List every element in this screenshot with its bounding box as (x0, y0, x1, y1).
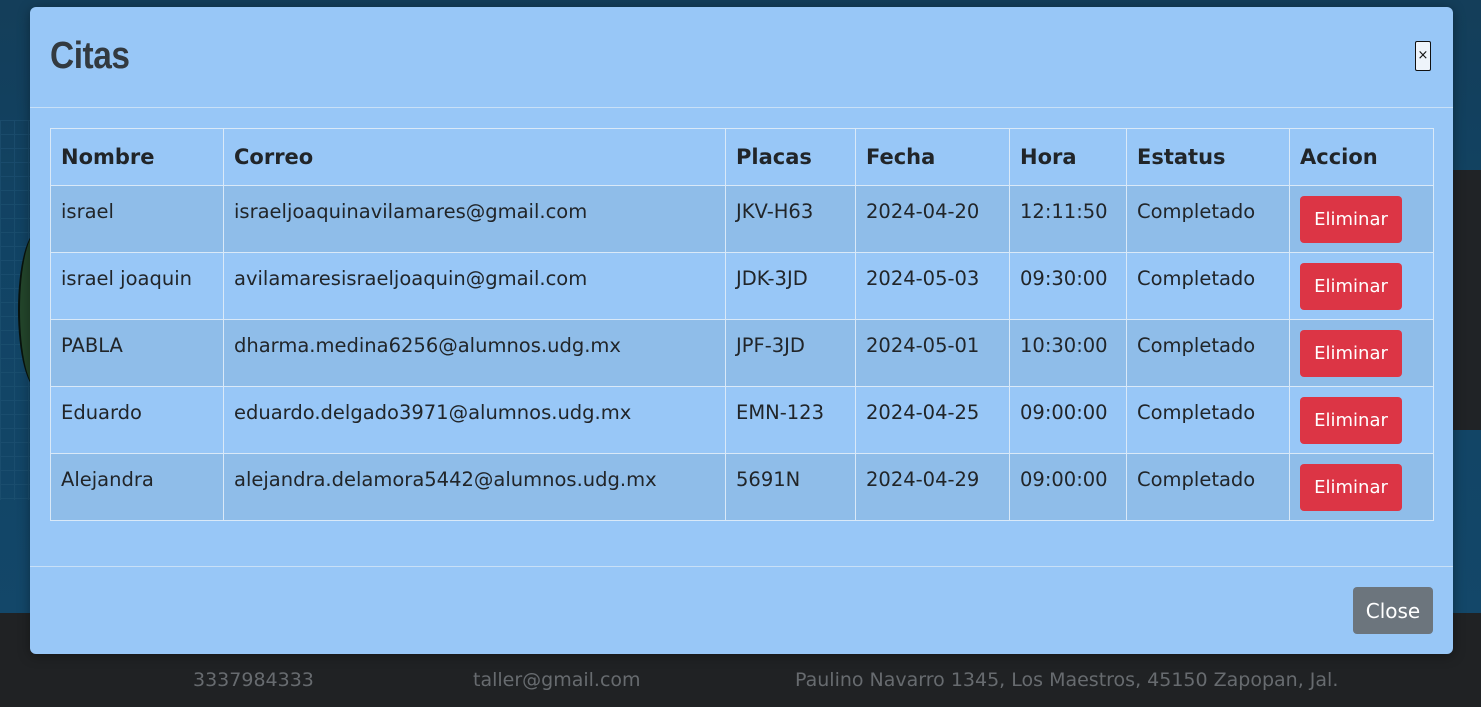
cell-correo: israeljoaquinavilamares@gmail.com (223, 185, 726, 253)
cell-correo: avilamaresisraeljoaquin@gmail.com (223, 252, 726, 320)
column-header-fecha: Fecha (855, 128, 1010, 186)
cell-nombre: israel (50, 185, 224, 253)
column-header-accion: Accion (1289, 128, 1434, 186)
cell-accion: Eliminar (1289, 319, 1434, 387)
column-header-hora: Hora (1009, 128, 1127, 186)
cell-estatus: Completado (1126, 386, 1290, 454)
citas-table: Nombre Correo Placas Fecha Hora Estatus … (50, 128, 1434, 521)
cell-nombre: israel joaquin (50, 252, 224, 320)
citas-modal: Citas × Nombre Correo Placas Fecha Hora … (30, 7, 1453, 654)
column-header-placas: Placas (725, 128, 856, 186)
cell-nombre: Eduardo (50, 386, 224, 454)
cell-hora: 09:00:00 (1009, 386, 1127, 454)
cell-estatus: Completado (1126, 453, 1290, 521)
cell-fecha: 2024-05-03 (855, 252, 1010, 320)
modal-footer: Close (30, 566, 1453, 655)
cell-correo: eduardo.delgado3971@alumnos.udg.mx (223, 386, 726, 454)
cell-nombre: Alejandra (50, 453, 224, 521)
eliminar-button[interactable]: Eliminar (1300, 263, 1402, 310)
cell-nombre: PABLA (50, 319, 224, 387)
cell-fecha: 2024-04-20 (855, 185, 1010, 253)
cell-estatus: Completado (1126, 319, 1290, 387)
cell-estatus: Completado (1126, 185, 1290, 253)
cell-hora: 09:00:00 (1009, 453, 1127, 521)
cell-placas: EMN-123 (725, 386, 856, 454)
table-row: Alejandra alejandra.delamora5442@alumnos… (50, 453, 1434, 521)
cell-correo: alejandra.delamora5442@alumnos.udg.mx (223, 453, 726, 521)
cell-accion: Eliminar (1289, 453, 1434, 521)
cell-placas: 5691N (725, 453, 856, 521)
modal-title: Citas (50, 35, 130, 77)
cell-hora: 12:11:50 (1009, 185, 1127, 253)
table-row: PABLA dharma.medina6256@alumnos.udg.mx J… (50, 319, 1434, 387)
modal-body: Nombre Correo Placas Fecha Hora Estatus … (50, 128, 1434, 521)
table-row: Eduardo eduardo.delgado3971@alumnos.udg.… (50, 386, 1434, 454)
cell-placas: JKV-H63 (725, 185, 856, 253)
eliminar-button[interactable]: Eliminar (1300, 397, 1402, 444)
table-row: israel joaquin avilamaresisraeljoaquin@g… (50, 252, 1434, 320)
table-row: israel israeljoaquinavilamares@gmail.com… (50, 185, 1434, 253)
cell-correo: dharma.medina6256@alumnos.udg.mx (223, 319, 726, 387)
cell-placas: JPF-3JD (725, 319, 856, 387)
eliminar-button[interactable]: Eliminar (1300, 330, 1402, 377)
close-icon[interactable]: × (1415, 41, 1431, 71)
cell-fecha: 2024-05-01 (855, 319, 1010, 387)
cell-hora: 10:30:00 (1009, 319, 1127, 387)
modal-header: Citas × (30, 7, 1453, 108)
eliminar-button[interactable]: Eliminar (1300, 196, 1402, 243)
column-header-estatus: Estatus (1126, 128, 1290, 186)
cell-accion: Eliminar (1289, 185, 1434, 253)
column-header-nombre: Nombre (50, 128, 224, 186)
cell-hora: 09:30:00 (1009, 252, 1127, 320)
cell-fecha: 2024-04-29 (855, 453, 1010, 521)
cell-placas: JDK-3JD (725, 252, 856, 320)
cell-estatus: Completado (1126, 252, 1290, 320)
close-button[interactable]: Close (1353, 587, 1433, 634)
cell-fecha: 2024-04-25 (855, 386, 1010, 454)
table-header-row: Nombre Correo Placas Fecha Hora Estatus … (50, 128, 1434, 186)
cell-accion: Eliminar (1289, 252, 1434, 320)
eliminar-button[interactable]: Eliminar (1300, 464, 1402, 511)
column-header-correo: Correo (223, 128, 726, 186)
cell-accion: Eliminar (1289, 386, 1434, 454)
